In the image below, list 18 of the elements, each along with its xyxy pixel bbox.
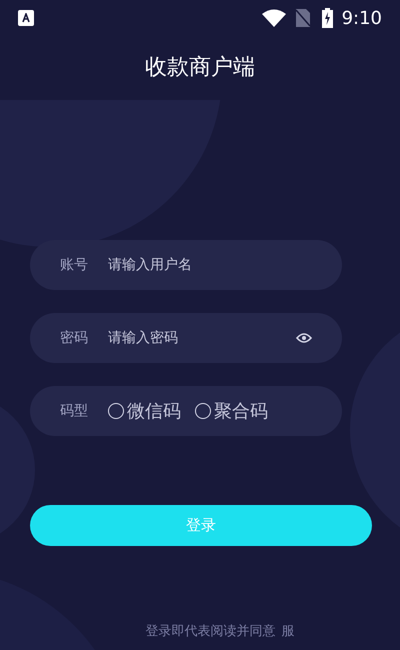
eye-icon[interactable] [296,332,312,344]
radio-option[interactable]: 聚合码 [195,398,268,424]
text-input[interactable]: 请输入密码 [108,328,296,348]
battery-charging-icon [322,8,333,28]
radio-option[interactable]: 微信码 [108,398,181,424]
app-notification-icon [18,10,34,26]
field-label: 密码 [60,328,89,348]
status-time: 9:10 [342,6,382,30]
page-title: 收款商户端 [145,54,255,82]
no-sim-icon [296,9,310,27]
input-field[interactable]: 密码 请输入密码 [30,313,342,363]
field-label: 码型 [60,402,89,420]
field-label: 账号 [60,256,89,274]
input-field[interactable]: 账号 请输入用户名 [30,240,342,290]
wifi-icon [262,9,286,27]
agreement-text: 登录即代表阅读并同意 [146,623,276,641]
text-input[interactable]: 请输入用户名 [108,254,312,276]
agreement-link[interactable]: 服 [282,622,294,642]
